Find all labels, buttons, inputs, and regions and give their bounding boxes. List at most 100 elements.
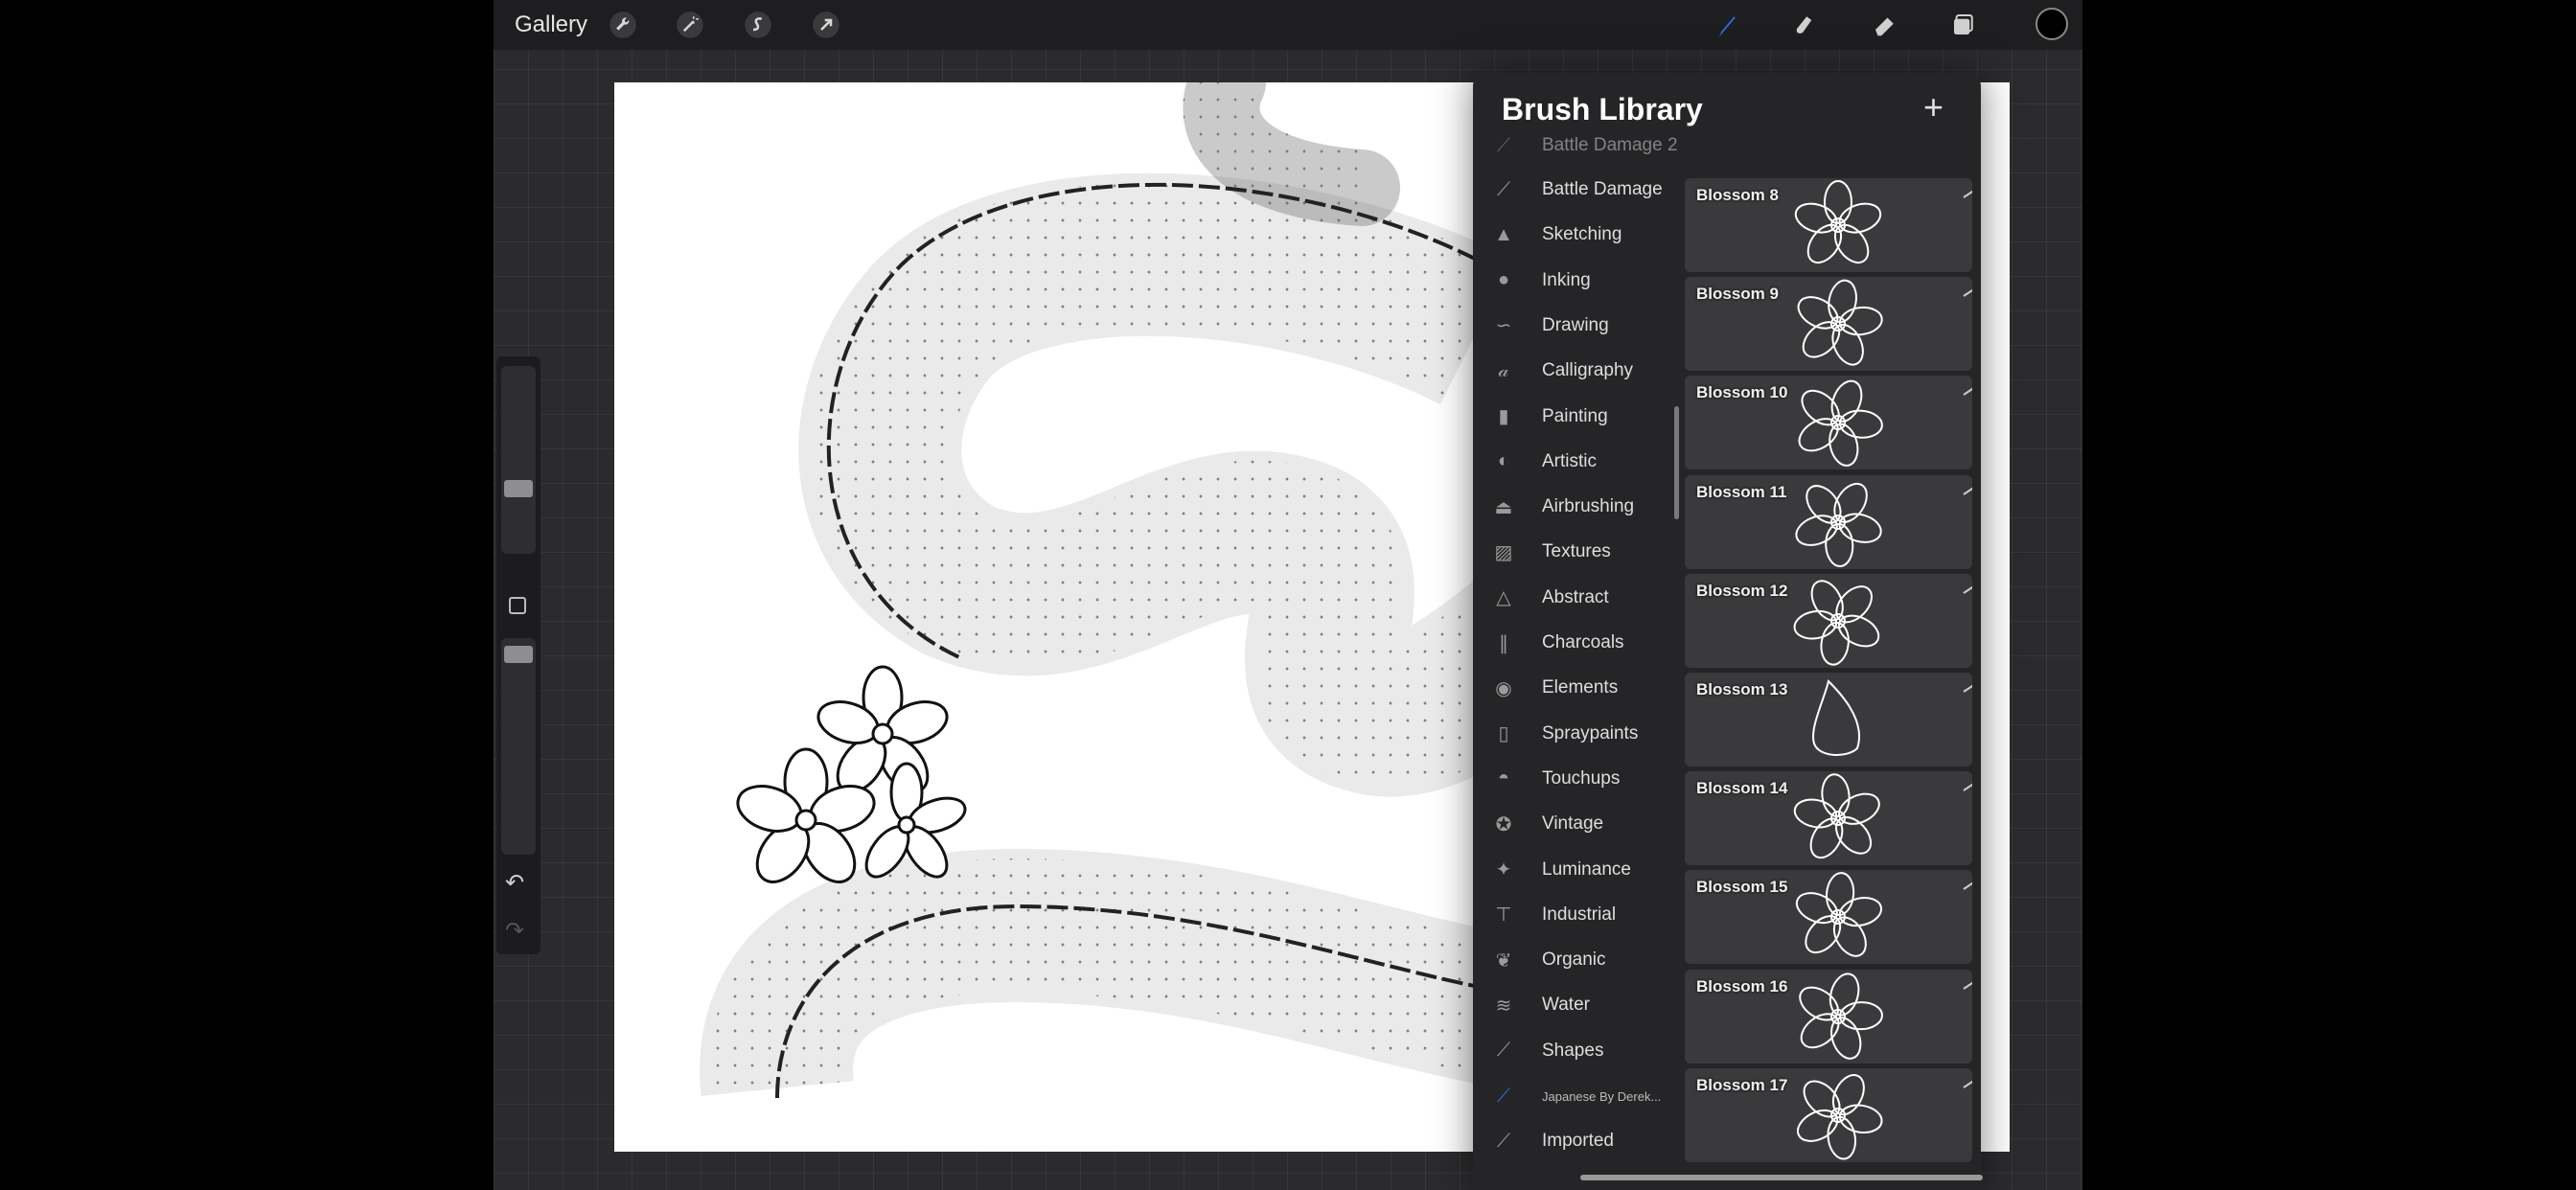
brush-set-item[interactable]: ⟋ Battle Damage 2 (1473, 126, 1678, 165)
brush-set-item[interactable]: ✪ Vintage (1473, 805, 1672, 843)
brush-set-item[interactable]: ⊤ Industrial (1473, 896, 1672, 934)
brush-name: Blossom 9 (1696, 285, 1779, 304)
brush-set-item[interactable]: ∽ Drawing (1473, 307, 1672, 345)
procreate-app: Gallery ↶ ↷ Brush Library + ⟋ Battle Dam… (494, 0, 2082, 1190)
eraser-icon[interactable] (1868, 8, 1902, 42)
brush-set-label: Battle Damage 2 (1542, 135, 1678, 155)
wrench-icon[interactable] (606, 8, 640, 42)
brush-set-item[interactable]: ▨ Textures (1473, 533, 1672, 571)
brush-set-label: Battle Damage (1542, 179, 1663, 199)
brush-set-item[interactable]: ⟋ Imported (1473, 1122, 1672, 1160)
color-picker-button[interactable] (2036, 8, 2068, 40)
touchup-icon: ◓ (1497, 767, 1510, 790)
brush-name: Blossom 14 (1696, 779, 1788, 798)
brush-set-label: Touchups (1542, 767, 1621, 789)
brush-item[interactable]: Blossom 14 (1685, 771, 1972, 866)
brush-sets-list: ⟋ Battle Damage 2 ⟋ Battle Damage ▲ Sketching… (1473, 135, 1678, 1190)
brush-set-label: Water (1542, 995, 1590, 1016)
brush-size-slider[interactable] (501, 366, 536, 554)
brush-set-item[interactable]: ◉ Elements (1473, 669, 1672, 707)
home-indicator (1580, 1175, 1983, 1180)
opacity-thumb[interactable] (504, 645, 533, 663)
brush-set-item[interactable]: ⟋ Shapes (1473, 1032, 1672, 1070)
brush-list: Blossom 8 Blossom 9 Blossom 10 Blossom 11 Bl… (1685, 142, 1972, 1190)
brush-item[interactable]: Blossom 17 (1685, 1067, 1972, 1162)
star-badge-icon: ✪ (1495, 813, 1512, 835)
brush-set-label: Textures (1542, 541, 1611, 562)
brush-set-label: Shapes (1542, 1040, 1604, 1061)
transform-arrow-icon[interactable] (809, 8, 843, 42)
modify-button[interactable] (509, 597, 526, 614)
top-toolbar: Gallery (494, 0, 2082, 50)
add-brush-set-button[interactable]: + (1923, 90, 1944, 125)
palette-icon: ◐ (1497, 450, 1510, 472)
selection-s-icon[interactable] (741, 8, 775, 42)
brush-set-label: Industrial (1542, 904, 1617, 925)
brush-set-item[interactable]: ◓ Touchups (1473, 760, 1672, 798)
brush-size-thumb[interactable] (504, 479, 533, 497)
brush-item[interactable]: Blossom 11 (1685, 474, 1972, 569)
brush-set-label: Artistic (1542, 450, 1597, 471)
brush-set-label: Elements (1542, 677, 1619, 698)
opacity-slider[interactable] (501, 638, 536, 855)
brush-set-label: Luminance (1542, 858, 1631, 880)
stroke-preview-icon (1963, 483, 1972, 495)
brush-set-item[interactable]: ⟋ Battle Damage (1473, 171, 1672, 209)
brush-set-label: Charcoals (1542, 632, 1624, 652)
brush-item[interactable]: Blossom 8 (1685, 178, 1972, 272)
redo-icon[interactable]: ↷ (505, 917, 524, 945)
undo-icon[interactable]: ↶ (505, 869, 524, 897)
brush-item[interactable]: Blossom 9 (1685, 277, 1972, 372)
brush-set-item[interactable]: ∥ Charcoals (1473, 624, 1672, 662)
paintbrush-icon: ▮ (1498, 406, 1509, 427)
brush-set-item[interactable]: ✦ Luminance (1473, 851, 1672, 889)
smudge-icon[interactable] (1788, 8, 1823, 42)
brush-name: Blossom 12 (1696, 581, 1788, 600)
brush-set-label: Imported (1542, 1131, 1614, 1152)
pencil-tip-icon: ▲ (1494, 223, 1513, 245)
brush-set-item[interactable]: ◐ Artistic (1473, 443, 1672, 481)
brush-set-label: Sketching (1542, 224, 1622, 245)
brush-set-item[interactable]: ● Inking (1473, 262, 1672, 300)
brush-name: Blossom 8 (1696, 186, 1779, 204)
brush-set-item[interactable]: ⏏ Airbrushing (1473, 488, 1672, 526)
brush-stroke-icon: ⟋ (1497, 1085, 1510, 1107)
brush-set-item[interactable]: ⟋ Japanese By Derek... (1473, 1077, 1672, 1115)
brush-item[interactable]: Blossom 10 (1685, 376, 1972, 470)
stroke-preview-icon (1963, 779, 1972, 792)
anvil-icon: ⊤ (1495, 904, 1512, 927)
brush-set-label: Painting (1542, 405, 1608, 426)
brush-set-label: Calligraphy (1542, 360, 1634, 381)
leaf-icon: ❦ (1495, 950, 1512, 972)
brush-set-label: Abstract (1542, 586, 1609, 607)
globe-icon: ◉ (1495, 677, 1512, 699)
brush-set-item[interactable]: ▮ Painting (1473, 398, 1672, 436)
stroke-preview-icon (1963, 878, 1972, 891)
charcoal-sticks-icon: ∥ (1499, 632, 1508, 654)
brush-set-item[interactable]: △ Abstract (1473, 579, 1672, 617)
brush-set-label: Organic (1542, 950, 1606, 971)
brush-name: Blossom 17 (1696, 1075, 1788, 1094)
brush-name: Blossom 11 (1696, 482, 1787, 501)
brush-icon[interactable] (1710, 8, 1744, 42)
stroke-preview-icon (1963, 186, 1972, 198)
brush-item[interactable]: Blossom 12 (1685, 573, 1972, 668)
brush-item[interactable]: Blossom 16 (1685, 969, 1972, 1064)
layers-icon[interactable] (1946, 8, 1981, 42)
brush-set-item[interactable]: ❦ Organic (1473, 941, 1672, 979)
brush-set-item[interactable]: ≋ Water (1473, 986, 1672, 1024)
brush-set-item[interactable]: ▲ Sketching (1473, 216, 1672, 254)
magic-wand-icon[interactable] (673, 8, 707, 42)
brush-item[interactable]: Blossom 13 (1685, 673, 1972, 767)
gallery-button[interactable]: Gallery (515, 11, 587, 38)
brush-library-title: Brush Library (1502, 92, 1703, 126)
brush-set-item[interactable]: ▯ Spraypaints (1473, 715, 1672, 753)
brush-set-item[interactable]: 𝒶 Calligraphy (1473, 352, 1672, 390)
brush-name: Blossom 13 (1696, 680, 1788, 698)
airbrush-icon: ⏏ (1494, 496, 1513, 518)
brush-stroke-icon: ⟋ (1497, 134, 1510, 156)
brush-list-scrollbar[interactable] (1674, 406, 1679, 519)
brush-set-label: Japanese By Derek... (1542, 1088, 1662, 1104)
brush-name: Blossom 16 (1696, 976, 1788, 995)
brush-item[interactable]: Blossom 15 (1685, 870, 1972, 965)
